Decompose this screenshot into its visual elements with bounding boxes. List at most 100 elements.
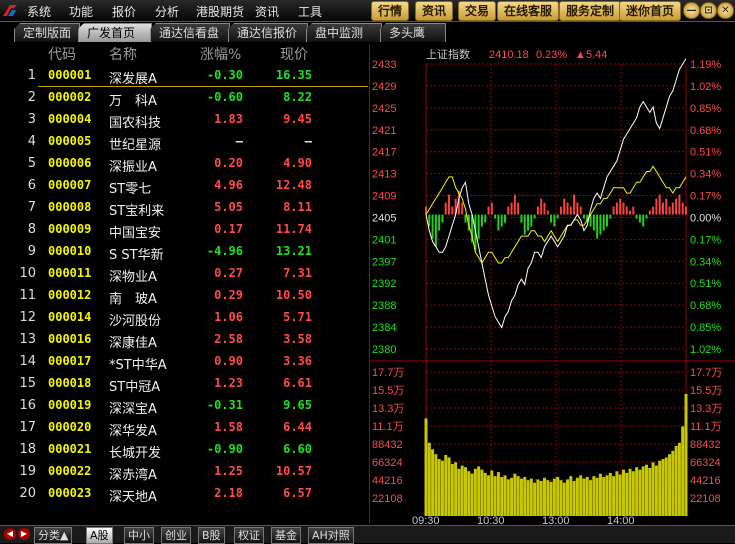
stock-name: 深天地A [109,490,157,505]
row-index: 2 [27,90,36,105]
price-tick-label: 2392 [372,278,396,290]
row-index: 9 [27,244,36,259]
table-row[interactable]: 8 000009 中国宝安 0.17 11.74 [0,222,368,244]
row-index: 6 [27,178,36,193]
menu-news[interactable]: 资讯 [255,3,279,20]
menu-quote[interactable]: 报价 [112,3,136,20]
price: 9.65 [283,398,312,412]
tab-intraday-monitor[interactable]: 盘中监测 [306,23,382,42]
stock-name: 深华发A [109,424,157,439]
volume-tick-label: 44216 [372,475,403,487]
news-button[interactable]: 资讯 [415,1,454,21]
time-tick-label: 14:00 [607,515,635,524]
menu-analysis[interactable]: 分析 [155,3,179,20]
minimize-icon[interactable]: — [683,2,700,19]
price: 8.22 [283,90,312,104]
scroll-right-icon[interactable]: ▶ [18,528,30,540]
price: — [304,134,312,148]
change-pct: 0.90 [214,354,243,368]
restore-icon[interactable]: ⊡ [700,2,717,19]
tab-tdx-quote[interactable]: 通达信报价 [228,23,308,42]
table-row[interactable]: 11 000012 南 玻A 0.29 10.50 [0,288,368,310]
stock-code: 000023 [48,486,92,500]
bottom-tab-fund[interactable]: 基金 [271,527,301,544]
table-row[interactable]: 13 000016 深康佳A 2.58 3.58 [0,332,368,354]
stock-code: 000004 [48,112,92,126]
bottom-tab-warrant[interactable]: 权证 [234,527,264,544]
menu-bar: 系统 功能 报价 分析 港股期货 资讯 工具 行情 资讯 交易 在线客服 服务定… [0,0,735,22]
quote-button[interactable]: 行情 [371,1,410,21]
change-pct: 5.05 [214,200,243,214]
table-row[interactable]: 19 000022 深赤湾A 1.25 10.57 [0,464,368,486]
volume-tick-label-right: 88432 [690,439,721,451]
table-row[interactable]: 14 000017 *ST中华A 0.90 3.36 [0,354,368,376]
header-price[interactable]: 现价 [280,44,308,64]
bottom-tab-b-share[interactable]: B股 [198,527,225,544]
table-row[interactable]: 2 000002 万 科A -0.60 8.22 [0,90,368,112]
table-row[interactable]: 4 000005 世纪星源 — — [0,134,368,156]
change-pct: 1.83 [214,112,243,126]
tab-gf-home[interactable]: 广发首页 [78,23,152,42]
stock-code: 000022 [48,464,92,478]
table-row[interactable]: 17 000020 深华发A 1.58 6.44 [0,420,368,442]
menu-function[interactable]: 功能 [69,3,93,20]
volume-tick-label-right: 66324 [690,457,721,469]
row-index: 20 [19,486,36,501]
pct-tick-label: 0.68% [690,300,721,312]
price-tick-label: 2409 [372,191,396,203]
volume-tick-label: 11.1万 [372,421,404,433]
table-row[interactable]: 10 000011 深物业A 0.27 7.31 [0,266,368,288]
time-tick-label: 10:30 [477,515,505,524]
bottom-tab-a-share[interactable]: A股 [86,527,113,544]
table-row[interactable]: 7 000008 ST宝利来 5.05 8.11 [0,200,368,222]
tab-custom-layout[interactable]: 定制版面 [14,23,80,42]
stock-code: 000014 [48,310,92,324]
table-row[interactable]: 18 000021 长城开发 -0.90 6.60 [0,442,368,464]
table-row[interactable]: 6 000007 ST零七 4.96 12.48 [0,178,368,200]
bottom-tab-sme[interactable]: 中小 [124,527,154,544]
menu-system[interactable]: 系统 [27,3,51,20]
price: 6.57 [283,486,312,500]
change-pct: -0.31 [206,398,243,412]
table-row[interactable]: 3 000004 国农科技 1.83 9.45 [0,112,368,134]
tab-bull-eagle[interactable]: 多头鹰 [380,23,446,42]
header-name[interactable]: 名称 [109,44,137,64]
menu-hk-futures[interactable]: 港股期货 [196,3,244,20]
price: 6.60 [283,442,312,456]
scroll-left-icon[interactable]: ◀ [4,528,16,540]
price: 5.71 [283,310,312,324]
bottom-tab-category[interactable]: 分类▲ [34,527,73,544]
close-icon[interactable]: ✕ [717,2,734,19]
stock-name: 中国宝安 [109,226,162,241]
pct-tick-label: 0.85% [690,103,721,115]
change-pct: 4.96 [214,178,243,192]
menu-tools[interactable]: 工具 [298,3,322,20]
service-custom-button[interactable]: 服务定制 [559,1,622,21]
table-row[interactable]: 16 000019 深深宝A -0.31 9.65 [0,398,368,420]
online-service-button[interactable]: 在线客服 [497,1,560,21]
table-row[interactable]: 9 000010 S ST华新 -4.96 13.21 [0,244,368,266]
bottom-tab-chinext[interactable]: 创业 [161,527,191,544]
table-row[interactable]: 12 000014 沙河股份 1.06 5.71 [0,310,368,332]
row-index: 4 [27,134,36,149]
stock-name: S ST华新 [109,248,164,263]
table-row[interactable]: 20 000023 深天地A 2.18 6.57 [0,486,368,508]
mini-home-button[interactable]: 迷你首页 [619,1,682,21]
price: 10.57 [275,464,312,478]
table-row[interactable]: 15 000018 ST中冠A 1.23 6.61 [0,376,368,398]
table-row[interactable]: 1 000001 深发展A -0.30 16.35 [0,68,368,90]
table-row[interactable]: 5 000006 深振业A 0.20 4.90 [0,156,368,178]
price: 6.61 [283,376,312,390]
change-pct: -4.96 [206,244,243,258]
pct-tick-label: 1.02% [690,81,721,93]
tab-tdx-watch[interactable]: 通达信看盘 [150,23,230,42]
bottom-tab-ah-compare[interactable]: AH对照 [308,527,354,544]
pct-tick-label: 0.34% [690,169,721,181]
header-code[interactable]: 代码 [48,44,76,64]
index-chart-panel[interactable]: 上证指数 2410.18 0.23% ▲5.44 2433 1.19% 2429 1.02% 2… [369,44,735,527]
header-change-pct[interactable]: 涨幅% [200,44,241,64]
row-index: 17 [19,420,36,435]
trade-button[interactable]: 交易 [458,1,497,21]
change-pct: 0.29 [214,288,243,302]
row-index: 12 [19,310,36,325]
